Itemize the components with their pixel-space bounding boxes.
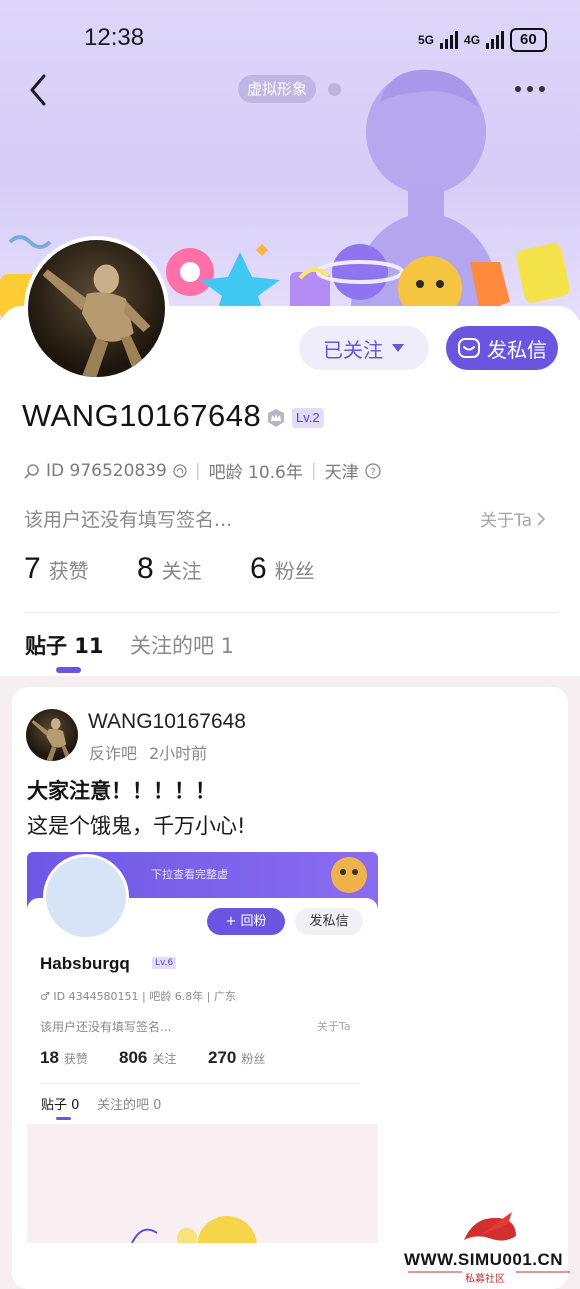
copy-icon[interactable]: [173, 463, 187, 478]
image-tab-indicator: [56, 1117, 71, 1120]
image-about: 关于Ta: [317, 1020, 351, 1033]
tab-indicator: [56, 667, 81, 673]
image-divider: [40, 1083, 360, 1084]
post-body: 这是个饿鬼，千万小心!: [27, 814, 246, 838]
battery-icon: 60: [510, 28, 547, 52]
svg-text:?: ?: [370, 467, 375, 478]
location: 天津: [324, 463, 359, 483]
image-sticker-icon: [331, 857, 367, 893]
crown-badge-icon: [268, 409, 284, 427]
send-message-button[interactable]: 发私信: [446, 326, 558, 370]
profile-username: WANG10167648: [22, 398, 262, 433]
post-time: 2小时前: [149, 744, 208, 763]
image-tab-forums: 关注的吧 0: [97, 1098, 162, 1113]
about-link[interactable]: 关于Ta: [480, 506, 546, 531]
image-stat-likes: 18 获赞: [40, 1048, 88, 1068]
signal-icon: [440, 31, 459, 49]
emoji-mascot-icon: [131, 1216, 257, 1243]
profile-meta: ID 976520839 | 吧龄 10.6年 | 天津 ?: [24, 458, 381, 483]
tab-posts[interactable]: 贴子 11: [25, 630, 104, 660]
status-icons: 5G 4G 60: [418, 28, 547, 52]
network-5g-label: 5G: [418, 33, 435, 47]
followed-button[interactable]: 已关注: [299, 326, 429, 370]
search-icon: [24, 463, 39, 479]
stat-fans-label: 粉丝: [274, 559, 315, 583]
image-feed: [27, 1124, 378, 1243]
post-author-name[interactable]: WANG10167648: [88, 710, 246, 734]
post-author-avatar[interactable]: [26, 709, 78, 761]
help-icon[interactable]: ?: [364, 462, 381, 479]
post-forum-name[interactable]: 反诈吧: [89, 740, 137, 764]
image-hint-text: 下拉查看完整虚: [151, 868, 228, 881]
image-stat-fans: 270 粉丝: [208, 1048, 265, 1068]
stat-following[interactable]: 8 关注: [137, 552, 202, 586]
profile-avatar[interactable]: [24, 236, 169, 381]
followed-label: 已关注: [323, 337, 383, 362]
stat-likes-label: 获赞: [48, 559, 89, 583]
image-dm-button: 发私信: [295, 908, 363, 935]
image-followback-button: + 回粉: [207, 908, 285, 935]
send-message-label: 发私信: [487, 337, 547, 362]
more-dots-icon[interactable]: [508, 76, 552, 102]
stat-following-num: 8: [137, 552, 154, 585]
image-stat-following: 806 关注: [119, 1048, 176, 1068]
virtual-avatar-button[interactable]: 虚拟形象: [238, 75, 317, 103]
image-signature: 该用户还没有填写签名...: [40, 1020, 172, 1034]
stat-following-label: 关注: [161, 559, 202, 583]
network-4g-label: 4G: [464, 33, 481, 47]
image-stat-following-label: 关注: [152, 1052, 177, 1066]
divider: [24, 612, 558, 613]
caret-down-icon: [392, 344, 404, 352]
chevron-right-icon: [537, 511, 546, 526]
watermark-sub: 私募社区: [465, 1274, 505, 1285]
stat-fans[interactable]: 6 粉丝: [250, 552, 315, 586]
image-username: Habsburgq: [40, 954, 130, 973]
stat-likes-num: 7: [24, 552, 41, 585]
stat-fans-num: 6: [250, 552, 267, 585]
statue-image: [42, 264, 151, 377]
back-chevron-icon[interactable]: [22, 70, 58, 110]
image-stat-fans-num: 270: [208, 1048, 237, 1067]
status-time: 12:38: [84, 24, 145, 51]
message-icon: [458, 338, 480, 358]
avatar-indicator-dot: [328, 83, 341, 96]
meta-separator-2: |: [310, 460, 317, 481]
image-meta: ♂ ID 4344580151 | 吧龄 6.8年 | 广东: [40, 990, 236, 1003]
stat-likes[interactable]: 7 获赞: [24, 552, 89, 586]
tab-forums[interactable]: 关注的吧 1: [130, 630, 234, 660]
image-avatar: [43, 854, 129, 940]
watermark-site: WWW.SIMU001.CN: [404, 1250, 564, 1269]
post-title: 大家注意！！！！！: [27, 779, 216, 803]
profile-id[interactable]: ID 976520839: [46, 461, 167, 481]
post-image[interactable]: 下拉查看完整虚 + 回粉 发私信 Habsburgq Lv.6 ♂ ID 434…: [27, 852, 378, 1289]
image-tab-posts: 贴子 0: [41, 1098, 80, 1113]
profile-signature: 该用户还没有填写签名...: [24, 509, 233, 531]
image-stat-fans-label: 粉丝: [241, 1052, 266, 1066]
level-badge: Lv.2: [292, 408, 324, 428]
bar-age: 吧龄 10.6年: [208, 463, 303, 483]
image-stat-likes-label: 获赞: [63, 1052, 88, 1066]
image-stat-likes-num: 18: [40, 1048, 59, 1067]
signal-icon-2: [486, 31, 505, 49]
image-level-badge: Lv.6: [152, 957, 177, 969]
statue-image-small: [31, 718, 73, 761]
image-stat-following-num: 806: [119, 1048, 148, 1067]
meta-separator: |: [194, 460, 201, 481]
about-label: 关于Ta: [480, 511, 532, 531]
